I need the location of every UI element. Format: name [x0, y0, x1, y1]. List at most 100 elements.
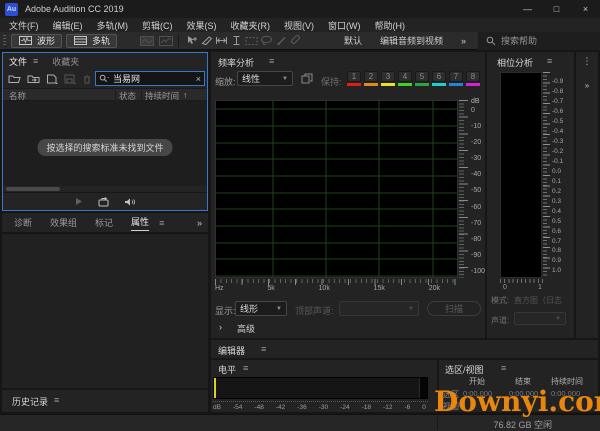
- menu-item[interactable]: 编辑(E): [46, 19, 90, 32]
- lasso-selection-tool-icon[interactable]: [259, 34, 274, 48]
- level-meter-indicator: [214, 378, 216, 398]
- scale-dropdown[interactable]: 线性▼: [237, 71, 293, 86]
- phase-tick-label: -0.1: [552, 159, 563, 166]
- properties-panel-menu-icon[interactable]: ≡: [159, 218, 164, 228]
- spectral-pitch-icon[interactable]: [158, 34, 173, 48]
- frequency-panel-title[interactable]: 频率分析: [218, 56, 254, 69]
- minimize-button[interactable]: —: [513, 0, 542, 18]
- phase-tick-label: 0.7: [552, 239, 563, 246]
- advanced-toggle[interactable]: 高级: [237, 322, 255, 335]
- frequency-graph[interactable]: [215, 100, 458, 278]
- files-list-empty-area: 按选择的搜索标准未找到文件: [3, 101, 207, 186]
- audition-window: Au Adobe Audition CC 2019 — □ × 文件(F)编辑(…: [0, 0, 600, 431]
- hold-button-number: 4: [398, 71, 412, 82]
- scrollbar-thumb[interactable]: [6, 187, 60, 191]
- dock-menu-icon[interactable]: ⋮: [576, 56, 598, 67]
- new-item-icon[interactable]: [46, 74, 58, 84]
- tab-diagnostics[interactable]: 诊断: [14, 216, 32, 229]
- files-search-input[interactable]: 当易网 ×: [95, 71, 205, 86]
- menu-item[interactable]: 收藏夹(R): [224, 19, 278, 32]
- phase-tick-label: 0.4: [552, 209, 563, 216]
- menu-item[interactable]: 帮助(H): [368, 19, 413, 32]
- close-button[interactable]: ×: [571, 0, 600, 18]
- dock-expand-icon[interactable]: »: [576, 81, 598, 90]
- time-selection-tool-icon[interactable]: [229, 34, 244, 48]
- tab-files[interactable]: 文件: [9, 55, 27, 68]
- tab-effects-rack[interactable]: 效果组: [50, 216, 77, 229]
- loop-playback-icon[interactable]: [98, 197, 109, 207]
- display-dropdown[interactable]: 线形▼: [235, 301, 287, 316]
- hold-button-number: 6: [432, 71, 446, 82]
- save-icon[interactable]: [64, 74, 76, 84]
- tab-markers[interactable]: 标记: [95, 216, 113, 229]
- hold-button[interactable]: 8: [466, 71, 480, 86]
- waveform-view-button[interactable]: 波形: [11, 34, 62, 48]
- frequency-panel-menu-icon[interactable]: ≡: [269, 56, 274, 66]
- phase-tick-label: -0.4: [552, 129, 563, 136]
- menu-item[interactable]: 多轨(M): [90, 19, 136, 32]
- hold-button[interactable]: 1: [347, 71, 361, 86]
- chevron-down-icon: ▼: [282, 76, 288, 82]
- phase-panel-menu-icon[interactable]: ≡: [547, 56, 552, 66]
- import-file-icon[interactable]: [27, 74, 40, 84]
- hold-button[interactable]: 4: [398, 71, 412, 86]
- tabs-overflow-icon[interactable]: »: [197, 218, 202, 228]
- top-channel-dropdown: ▼: [339, 301, 419, 316]
- trash-icon[interactable]: [82, 74, 92, 84]
- menu-item[interactable]: 剪辑(C): [135, 19, 180, 32]
- files-panel-menu-icon[interactable]: ≡: [33, 56, 38, 66]
- level-scale-label: -36: [297, 404, 306, 411]
- phase-tick-label: 0.2: [552, 189, 563, 196]
- spot-healing-brush-icon[interactable]: [289, 34, 304, 48]
- marquee-selection-tool-icon[interactable]: [244, 34, 259, 48]
- clear-search-icon[interactable]: ×: [196, 74, 201, 84]
- editor-panel-title[interactable]: 编辑器: [218, 344, 245, 357]
- channel-label: 声道:: [491, 315, 509, 326]
- phase-tick-label: -0.2: [552, 149, 563, 156]
- mode-label: 模式:: [491, 295, 509, 306]
- auto-play-speaker-icon[interactable]: [124, 197, 135, 207]
- slip-tool-icon[interactable]: [214, 34, 229, 48]
- hold-button[interactable]: 7: [449, 71, 463, 86]
- maximize-button[interactable]: □: [542, 0, 571, 18]
- spectral-frequency-icon[interactable]: [139, 34, 154, 48]
- toolbar-grip[interactable]: [3, 35, 6, 47]
- hold-button-number: 8: [466, 71, 480, 82]
- editor-panel-menu-icon[interactable]: ≡: [261, 344, 266, 354]
- copy-graph-icon[interactable]: [301, 73, 313, 85]
- selection-panel-menu-icon[interactable]: ≡: [501, 363, 506, 373]
- history-panel-menu-icon[interactable]: ≡: [54, 395, 59, 405]
- workspace-edit-av-button[interactable]: 编辑音频到视频: [380, 34, 443, 47]
- scale-label: 缩放:: [215, 75, 236, 88]
- phase-panel-title[interactable]: 相位分析: [497, 56, 533, 69]
- menu-item[interactable]: 效果(S): [180, 19, 224, 32]
- frequency-tick-label: 5k: [267, 285, 274, 292]
- tab-properties[interactable]: 属性: [131, 215, 149, 231]
- sort-arrow-icon[interactable]: ↑: [183, 90, 187, 100]
- menu-item[interactable]: 窗口(W): [321, 19, 368, 32]
- hold-button[interactable]: 6: [432, 71, 446, 86]
- workspace-overflow-button[interactable]: »: [461, 36, 466, 46]
- menu-item[interactable]: 视图(V): [277, 19, 321, 32]
- levels-panel-title[interactable]: 电平: [218, 363, 236, 376]
- hold-button[interactable]: 3: [381, 71, 395, 86]
- level-scale-label: dB: [213, 404, 221, 411]
- levels-panel-menu-icon[interactable]: ≡: [243, 363, 248, 373]
- hold-button[interactable]: 5: [415, 71, 429, 86]
- selection-panel-title[interactable]: 选区/视图: [445, 363, 484, 376]
- razor-tool-icon[interactable]: [199, 34, 214, 48]
- tab-favorites[interactable]: 收藏夹: [52, 55, 79, 68]
- multitrack-view-button[interactable]: 多轨: [66, 34, 117, 48]
- hold-button[interactable]: 2: [364, 71, 378, 86]
- help-search-input[interactable]: 搜索帮助: [478, 32, 600, 50]
- workspace-default-button[interactable]: 默认: [344, 34, 362, 47]
- play-icon[interactable]: [75, 197, 83, 206]
- open-file-icon[interactable]: [8, 74, 21, 84]
- history-panel-title[interactable]: 历史记录: [12, 395, 48, 408]
- phase-graph[interactable]: [500, 72, 542, 278]
- advanced-chevron-icon[interactable]: ›: [219, 322, 222, 332]
- paintbrush-tool-icon[interactable]: [274, 34, 289, 48]
- menu-item[interactable]: 文件(F): [2, 19, 46, 32]
- move-tool-icon[interactable]: [184, 34, 199, 48]
- hold-color-bar: [466, 83, 480, 86]
